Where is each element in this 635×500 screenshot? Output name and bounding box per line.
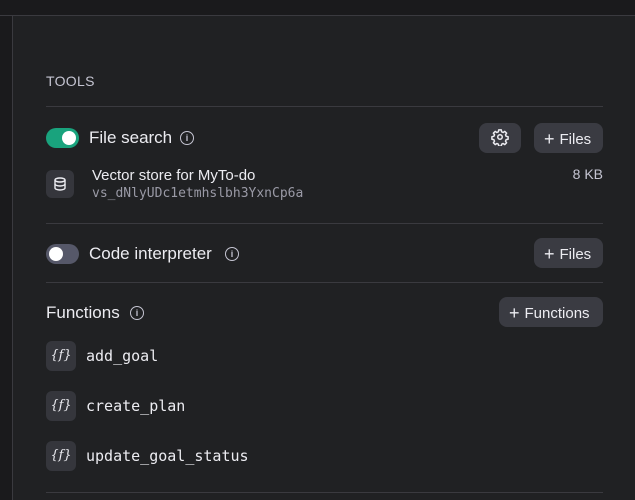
code-interpreter-toggle[interactable] xyxy=(46,244,79,264)
button-label: Files xyxy=(559,246,592,263)
plus-icon: + xyxy=(544,244,555,264)
file-search-toggle[interactable] xyxy=(46,128,79,148)
add-function-button[interactable]: + Functions xyxy=(499,297,603,327)
toggle-knob xyxy=(62,131,76,145)
file-search-label: File search xyxy=(89,128,173,147)
plus-icon: + xyxy=(544,129,555,149)
top-bar xyxy=(0,0,635,16)
function-icon: {f} xyxy=(46,341,76,371)
vector-store-row[interactable]: Vector store for MyTo-do vs_dNlyUDc1etmh… xyxy=(46,166,603,206)
vector-store-name: Vector store for MyTo-do xyxy=(92,167,256,184)
function-name: create_plan xyxy=(86,397,186,415)
database-icon xyxy=(46,170,74,198)
function-name: add_goal xyxy=(86,347,159,365)
divider xyxy=(46,223,603,224)
functions-header: Functions i + Functions xyxy=(46,297,603,327)
function-item-create-plan[interactable]: {f} create_plan xyxy=(46,391,603,421)
divider xyxy=(46,492,603,493)
vector-store-id: vs_dNlyUDc1etmhslbh3YxnCp6a xyxy=(92,186,304,201)
file-search-row: File search i + Files xyxy=(46,123,603,153)
code-interpreter-label: Code interpreter xyxy=(89,244,212,263)
file-search-add-files-button[interactable]: + Files xyxy=(534,123,603,153)
functions-title: Functions xyxy=(46,303,120,322)
function-item-update-goal-status[interactable]: {f} update_goal_status xyxy=(46,441,603,471)
plus-icon: + xyxy=(509,303,520,323)
code-interpreter-add-files-button[interactable]: + Files xyxy=(534,238,603,268)
button-label: Files xyxy=(559,131,592,148)
left-rail xyxy=(0,16,13,500)
code-interpreter-row: Code interpreter i + Files xyxy=(46,238,603,268)
function-name: update_goal_status xyxy=(86,447,249,465)
vector-store-size: 8 KB xyxy=(572,166,603,182)
divider xyxy=(46,282,603,283)
tools-panel: TOOLS File search i + Files Vector store … xyxy=(46,16,603,500)
function-icon: {f} xyxy=(46,391,76,421)
function-item-add-goal[interactable]: {f} add_goal xyxy=(46,341,603,371)
section-title: TOOLS xyxy=(46,73,95,89)
info-icon[interactable]: i xyxy=(130,306,144,320)
divider xyxy=(46,106,603,107)
file-search-settings-button[interactable] xyxy=(479,123,521,153)
button-label: Functions xyxy=(524,305,590,322)
info-icon[interactable]: i xyxy=(225,247,239,261)
function-icon: {f} xyxy=(46,441,76,471)
toggle-knob xyxy=(49,247,63,261)
info-icon[interactable]: i xyxy=(180,131,194,145)
gear-icon xyxy=(491,129,509,147)
